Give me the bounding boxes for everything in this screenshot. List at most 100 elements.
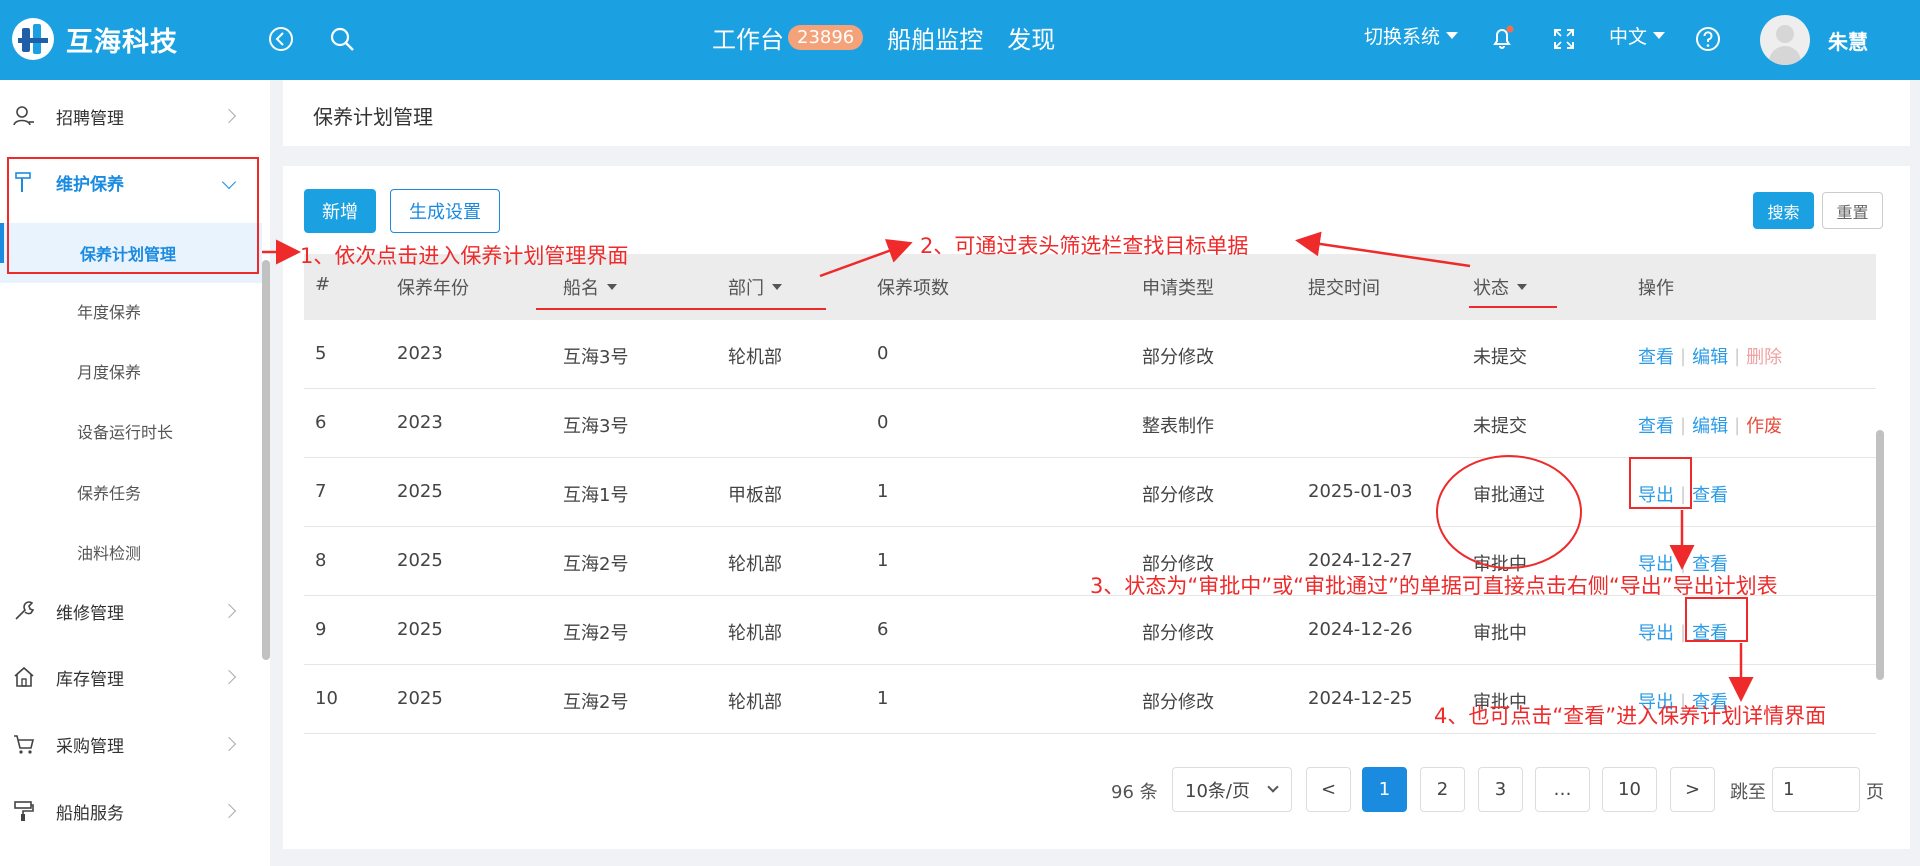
sidebar-subitem-annual[interactable]: 年度保养 <box>0 289 262 329</box>
annotation-box-sidebar <box>7 157 259 274</box>
chevron-down-icon <box>1267 781 1279 793</box>
cell-count: 1 <box>877 688 889 709</box>
sidebar-item-label: 维修管理 <box>56 603 124 624</box>
reset-button[interactable]: 重置 <box>1822 192 1883 229</box>
page-ellipsis-button[interactable]: … <box>1535 767 1590 812</box>
logo[interactable]: 互海科技 <box>12 18 178 60</box>
logo-text: 互海科技 <box>66 26 178 58</box>
cell-actions: 查看 | 编辑 | 删除 <box>1638 343 1782 369</box>
page-button-3[interactable]: 3 <box>1478 767 1523 812</box>
cell-status: 审批通过 <box>1473 485 1545 506</box>
cell-year: 2023 <box>397 412 443 433</box>
cell-dept: 轮机部 <box>728 692 782 713</box>
caret-down-icon <box>772 284 782 290</box>
back-icon[interactable] <box>266 24 296 54</box>
cell-index: 8 <box>315 550 327 571</box>
annotation-underline-ship-dept <box>536 308 826 310</box>
edit-link[interactable]: 编辑 <box>1692 412 1728 438</box>
sidebar-scrollbar[interactable] <box>262 260 270 660</box>
cell-count: 0 <box>877 343 889 364</box>
bell-icon[interactable] <box>1487 23 1517 53</box>
view-link[interactable]: 查看 <box>1638 412 1674 438</box>
edit-link[interactable]: 编辑 <box>1692 343 1728 369</box>
search-button[interactable]: 搜索 <box>1753 192 1814 229</box>
jump-page-input[interactable]: 1 <box>1772 767 1860 812</box>
sidebar-subitem-oil-test[interactable]: 油料检测 <box>0 530 262 570</box>
sidebar-item-repair[interactable]: 维修管理 <box>0 591 262 631</box>
caret-down-icon <box>607 284 617 290</box>
cell-count: 6 <box>877 619 889 640</box>
workbench-badge: 23896 <box>788 25 864 50</box>
prev-page-button[interactable]: < <box>1306 767 1351 812</box>
cell-dept: 轮机部 <box>728 623 782 644</box>
next-page-button[interactable]: > <box>1670 767 1715 812</box>
table-row: 5 2023 互海3号 轮机部 0 部分修改 未提交 查看 | 编辑 | 删除 <box>304 320 1876 389</box>
page-suffix: 页 <box>1866 782 1884 803</box>
table-row: 6 2023 互海3号 0 整表制作 未提交 查看 | 编辑 | 作废 <box>304 389 1876 458</box>
add-button[interactable]: 新增 <box>304 189 376 233</box>
col-ship-filter[interactable]: 船名 <box>563 274 617 300</box>
avatar[interactable] <box>1760 15 1810 65</box>
chevron-right-icon <box>221 108 237 124</box>
col-status-label: 状态 <box>1473 278 1509 299</box>
generate-settings-button[interactable]: 生成设置 <box>390 189 500 233</box>
col-dept-label: 部门 <box>728 278 764 299</box>
help-icon[interactable] <box>1693 24 1723 54</box>
sidebar-item-label: 采购管理 <box>56 736 124 757</box>
col-status-filter[interactable]: 状态 <box>1473 274 1527 300</box>
col-submit-time: 提交时间 <box>1308 278 1380 299</box>
page-button-1[interactable]: 1 <box>1362 767 1407 812</box>
wrench-icon <box>15 601 35 620</box>
cell-ship: 互海2号 <box>563 692 629 713</box>
view-link[interactable]: 查看 <box>1638 343 1674 369</box>
caret-down-icon <box>1446 32 1459 39</box>
cell-dept: 甲板部 <box>728 485 782 506</box>
sidebar-item-label: 库存管理 <box>56 669 124 690</box>
search-icon[interactable] <box>327 24 357 54</box>
cell-index: 9 <box>315 619 327 640</box>
col-dept-filter[interactable]: 部门 <box>728 274 782 300</box>
logo-icon <box>12 18 54 60</box>
cell-index: 7 <box>315 481 327 502</box>
delete-link[interactable]: 删除 <box>1746 343 1782 369</box>
nav-ship-monitor[interactable]: 船舶监控 <box>887 20 983 55</box>
cell-type: 部分修改 <box>1142 692 1214 713</box>
page-size-select[interactable]: 10条/页 <box>1172 767 1292 812</box>
switch-system-dropdown[interactable]: 切换系统 <box>1364 22 1459 49</box>
annotation-step-1: 1、依次点击进入保养计划管理界面 <box>300 244 629 268</box>
page-button-2[interactable]: 2 <box>1420 767 1465 812</box>
export-link[interactable]: 导出 <box>1638 619 1674 645</box>
sidebar-item-purchase[interactable]: 采购管理 <box>0 724 262 764</box>
cell-index: 6 <box>315 412 327 433</box>
subitem-label: 保养任务 <box>77 484 142 503</box>
subitem-label: 年度保养 <box>77 303 142 322</box>
page-button-10[interactable]: 10 <box>1602 767 1657 812</box>
total-count: 96 条 <box>1111 782 1158 803</box>
cell-dept: 轮机部 <box>728 347 782 368</box>
sidebar-subitem-tasks[interactable]: 保养任务 <box>0 470 262 510</box>
user-name[interactable]: 朱慧 <box>1828 26 1868 55</box>
cell-status: 未提交 <box>1473 416 1527 437</box>
paint-roller-icon <box>14 801 34 821</box>
cell-ship: 互海3号 <box>563 416 629 437</box>
nav-workbench[interactable]: 工作台 23896 <box>712 20 864 55</box>
table-scrollbar[interactable] <box>1876 430 1884 680</box>
sidebar-item-recruitment[interactable]: 招聘管理 <box>0 96 262 136</box>
cell-type: 部分修改 <box>1142 347 1214 368</box>
user-icon <box>13 106 34 126</box>
sidebar-item-inventory[interactable]: 库存管理 <box>0 657 262 697</box>
sidebar-subitem-monthly[interactable]: 月度保养 <box>0 349 262 389</box>
nav-discover[interactable]: 发现 <box>1007 20 1055 55</box>
cell-ship: 互海2号 <box>563 554 629 575</box>
page-title: 保养计划管理 <box>313 105 433 129</box>
void-link[interactable]: 作废 <box>1746 412 1782 438</box>
view-link[interactable]: 查看 <box>1692 481 1728 507</box>
annotation-step-3: 3、状态为“审批中”或“审批通过”的单据可直接点击右侧“导出”导出计划表 <box>1090 574 1778 598</box>
fullscreen-icon[interactable] <box>1549 24 1579 54</box>
annotation-step-4: 4、也可点击“查看”进入保养计划详情界面 <box>1434 704 1827 728</box>
cell-type: 部分修改 <box>1142 485 1214 506</box>
sidebar-subitem-runtime[interactable]: 设备运行时长 <box>0 409 262 449</box>
sidebar-item-ship-service[interactable]: 船舶服务 <box>0 791 262 831</box>
language-dropdown[interactable]: 中文 <box>1609 22 1666 49</box>
col-year: 保养年份 <box>397 278 469 299</box>
